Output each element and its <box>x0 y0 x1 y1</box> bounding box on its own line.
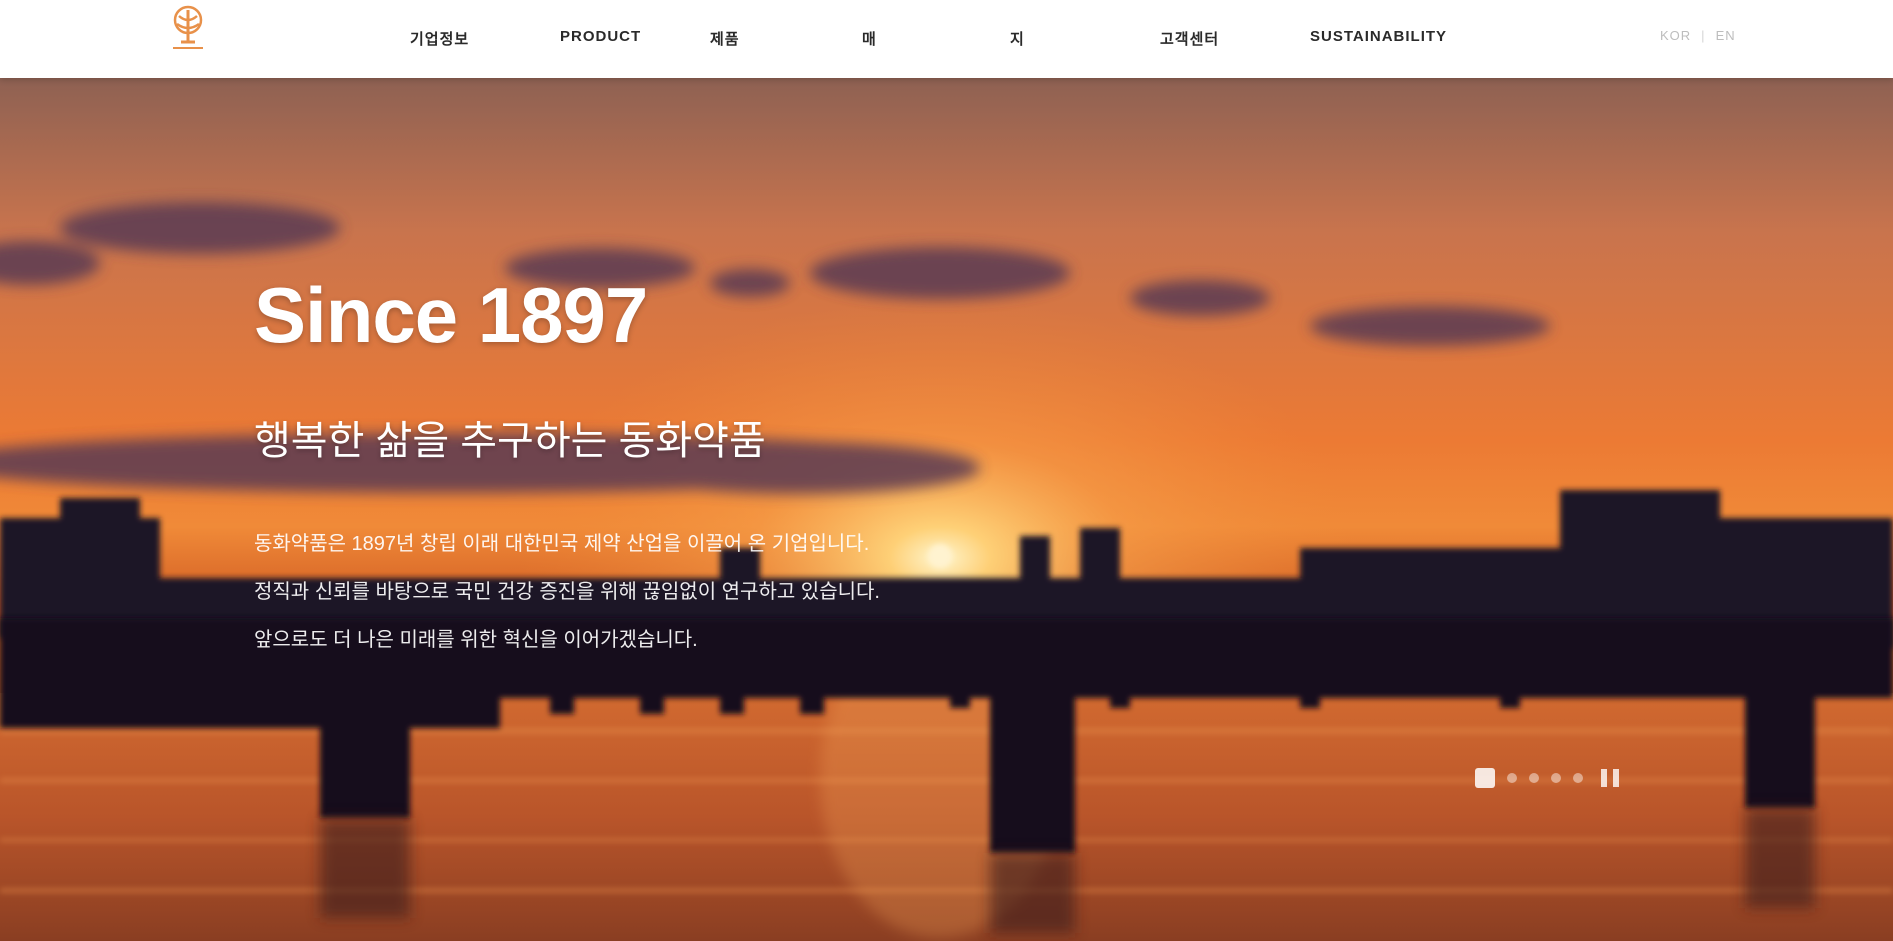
hero-description-line: 동화약품은 1897년 창립 이래 대한민국 제약 산업을 이끌어 온 기업입니… <box>254 533 870 555</box>
site-header: 기업정보 PRODUCT 제품 매 지 고객센터 SUSTAINABILITY … <box>0 0 1893 78</box>
hero-title: Since 1897 <box>254 271 648 359</box>
slider-pause-icon[interactable] <box>1601 769 1619 787</box>
hero-description: 동화약품은 1897년 창립 이래 대한민국 제약 산업을 이끌어 온 기업입니… <box>254 520 1034 664</box>
nav-item-products-kr[interactable]: 제품 <box>710 28 740 49</box>
language-switcher: KOR | EN <box>1660 28 1736 43</box>
nav-item-support[interactable]: 고객센터 <box>1160 28 1219 49</box>
hero-description-line: 앞으로도 더 나은 미래를 위한 혁신을 이어가겠습니다. <box>254 629 698 651</box>
slider-dot[interactable] <box>1573 773 1583 783</box>
nav-item-4[interactable]: 매 <box>862 28 877 49</box>
slider-pagination <box>1475 768 1619 788</box>
slider-dot[interactable] <box>1551 773 1561 783</box>
nav-item-company[interactable]: 기업정보 <box>410 28 469 49</box>
slider-dot-active[interactable] <box>1475 768 1495 788</box>
lang-divider: | <box>1701 28 1706 43</box>
main-nav: 기업정보 PRODUCT 제품 매 지 고객센터 SUSTAINABILITY <box>0 0 1893 78</box>
hero-banner: Since 1897 행복한 삶을 추구하는 동화약품 동화약품은 1897년 … <box>0 78 1893 941</box>
slider-dot[interactable] <box>1529 773 1539 783</box>
lang-en[interactable]: EN <box>1716 28 1736 43</box>
nav-item-product[interactable]: PRODUCT <box>560 28 641 45</box>
nav-item-5[interactable]: 지 <box>1010 28 1025 49</box>
nav-item-sustainability[interactable]: SUSTAINABILITY <box>1310 28 1447 45</box>
hero-description-line: 정직과 신뢰를 바탕으로 국민 건강 증진을 위해 끊임없이 연구하고 있습니다… <box>254 581 880 603</box>
hero-subtitle: 행복한 삶을 추구하는 동화약품 <box>254 419 766 463</box>
hero-background-image <box>0 78 1893 941</box>
lang-kor[interactable]: KOR <box>1660 28 1691 43</box>
slider-dot[interactable] <box>1507 773 1517 783</box>
